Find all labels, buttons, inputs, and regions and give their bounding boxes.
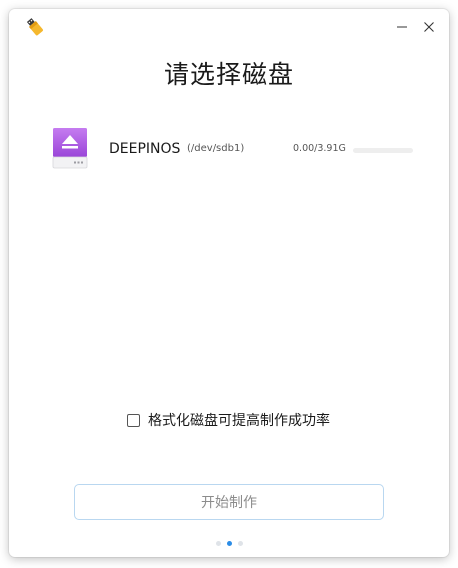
app-window: 请选择磁盘 DEEPINOS (/dev/sdb1) 0.00/3.91G 格式… bbox=[9, 9, 449, 557]
minimize-icon bbox=[396, 18, 408, 37]
titlebar bbox=[9, 9, 449, 45]
usb-drive-icon bbox=[25, 17, 45, 37]
step-dot bbox=[215, 541, 221, 546]
disk-usage-bar bbox=[353, 148, 413, 153]
step-dot bbox=[237, 541, 243, 546]
page-title: 请选择磁盘 bbox=[163, 60, 294, 89]
start-button[interactable]: 开始制作 bbox=[74, 484, 384, 520]
disk-size: 0.00/3.91G bbox=[293, 143, 346, 154]
step-indicator bbox=[9, 541, 449, 546]
disk-path: (/dev/sdb1) bbox=[187, 143, 245, 154]
format-label: 格式化磁盘可提高制作成功率 bbox=[148, 413, 330, 429]
close-button[interactable] bbox=[415, 13, 443, 41]
format-checkbox[interactable] bbox=[127, 413, 140, 427]
disk-name: DEEPINOS bbox=[109, 141, 181, 157]
minimize-button[interactable] bbox=[388, 13, 416, 41]
step-dot bbox=[226, 541, 232, 546]
removable-disk-icon bbox=[52, 127, 88, 170]
disk-item[interactable]: DEEPINOS (/dev/sdb1) 0.00/3.91G bbox=[47, 121, 419, 171]
format-disk-option[interactable]: 格式化磁盘可提高制作成功率 bbox=[127, 409, 330, 431]
close-icon bbox=[423, 18, 435, 37]
